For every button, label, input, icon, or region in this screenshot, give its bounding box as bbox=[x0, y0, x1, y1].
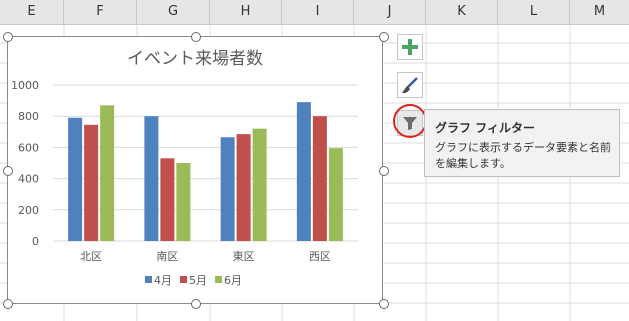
plus-icon bbox=[402, 39, 418, 55]
bar[interactable] bbox=[252, 128, 267, 241]
chart-title[interactable]: イベント来場者数 bbox=[127, 49, 263, 69]
tooltip-description: グラフに表示するデータ要素と名前を編集します。 bbox=[435, 141, 611, 170]
resize-handle-top-center[interactable] bbox=[191, 32, 201, 42]
column-header-g[interactable]: G bbox=[137, 0, 210, 24]
bar[interactable] bbox=[328, 148, 343, 241]
column-header-h[interactable]: H bbox=[210, 0, 282, 24]
bar[interactable] bbox=[176, 163, 191, 241]
column-chart: イベント来場者数 0 200 400 600 800 1000 北区 南区 東区 西区 4月 5月 6月 bbox=[11, 49, 358, 287]
column-header-l[interactable]: L bbox=[498, 0, 570, 24]
legend-swatch bbox=[215, 276, 222, 283]
column-header-f[interactable]: F bbox=[64, 0, 137, 24]
resize-handle-bottom-center[interactable] bbox=[191, 299, 201, 309]
y-tick-label: 0 bbox=[32, 235, 39, 248]
resize-handle-bottom-left[interactable] bbox=[3, 299, 13, 309]
x-tick-label: 南区 bbox=[156, 250, 178, 263]
resize-handle-bottom-right[interactable] bbox=[379, 299, 389, 309]
bar[interactable] bbox=[100, 105, 115, 241]
bar[interactable] bbox=[296, 102, 311, 241]
bar[interactable] bbox=[312, 116, 327, 241]
y-tick-label: 600 bbox=[18, 141, 39, 154]
bar[interactable] bbox=[84, 124, 99, 241]
bar[interactable] bbox=[220, 137, 235, 241]
column-header-m[interactable]: M bbox=[570, 0, 629, 24]
legend-label[interactable]: 6月 bbox=[224, 274, 242, 287]
legend-swatch bbox=[180, 276, 187, 283]
brush-icon bbox=[402, 77, 418, 94]
column-header-j[interactable]: J bbox=[354, 0, 426, 24]
column-header-i[interactable]: I bbox=[282, 0, 354, 24]
legend-label[interactable]: 5月 bbox=[189, 274, 207, 287]
chart-filter-tooltip: グラフ フィルター グラフに表示するデータ要素と名前を編集します。 bbox=[424, 109, 620, 177]
resize-handle-middle-right[interactable] bbox=[379, 166, 389, 176]
chart-elements-button[interactable] bbox=[397, 34, 423, 60]
highlight-circle bbox=[393, 104, 427, 138]
chart-area[interactable]: イベント来場者数 0 200 400 600 800 1000 北区 南区 東区 西区 4月 5月 6月 bbox=[7, 36, 383, 304]
y-tick-label: 800 bbox=[18, 110, 39, 123]
x-tick-label: 北区 bbox=[80, 250, 102, 263]
tooltip-title: グラフ フィルター bbox=[435, 121, 535, 135]
y-tick-label: 1000 bbox=[11, 79, 39, 92]
resize-handle-top-left[interactable] bbox=[3, 32, 13, 42]
x-tick-label: 東区 bbox=[233, 250, 255, 263]
column-header-e[interactable]: E bbox=[0, 0, 64, 24]
bar[interactable] bbox=[160, 158, 175, 241]
bar[interactable] bbox=[236, 134, 251, 241]
chart-styles-button[interactable] bbox=[397, 72, 423, 98]
legend-swatch bbox=[145, 276, 152, 283]
y-tick-label: 400 bbox=[18, 173, 39, 186]
bar[interactable] bbox=[68, 117, 83, 241]
bar[interactable] bbox=[144, 116, 159, 241]
column-header-k[interactable]: K bbox=[426, 0, 498, 24]
legend-label[interactable]: 4月 bbox=[154, 274, 172, 287]
column-header-bar: E F G H I J K L M bbox=[0, 0, 629, 25]
resize-handle-middle-left[interactable] bbox=[3, 166, 13, 176]
resize-handle-top-right[interactable] bbox=[379, 32, 389, 42]
x-tick-label: 西区 bbox=[309, 250, 331, 263]
y-tick-label: 200 bbox=[18, 204, 39, 217]
